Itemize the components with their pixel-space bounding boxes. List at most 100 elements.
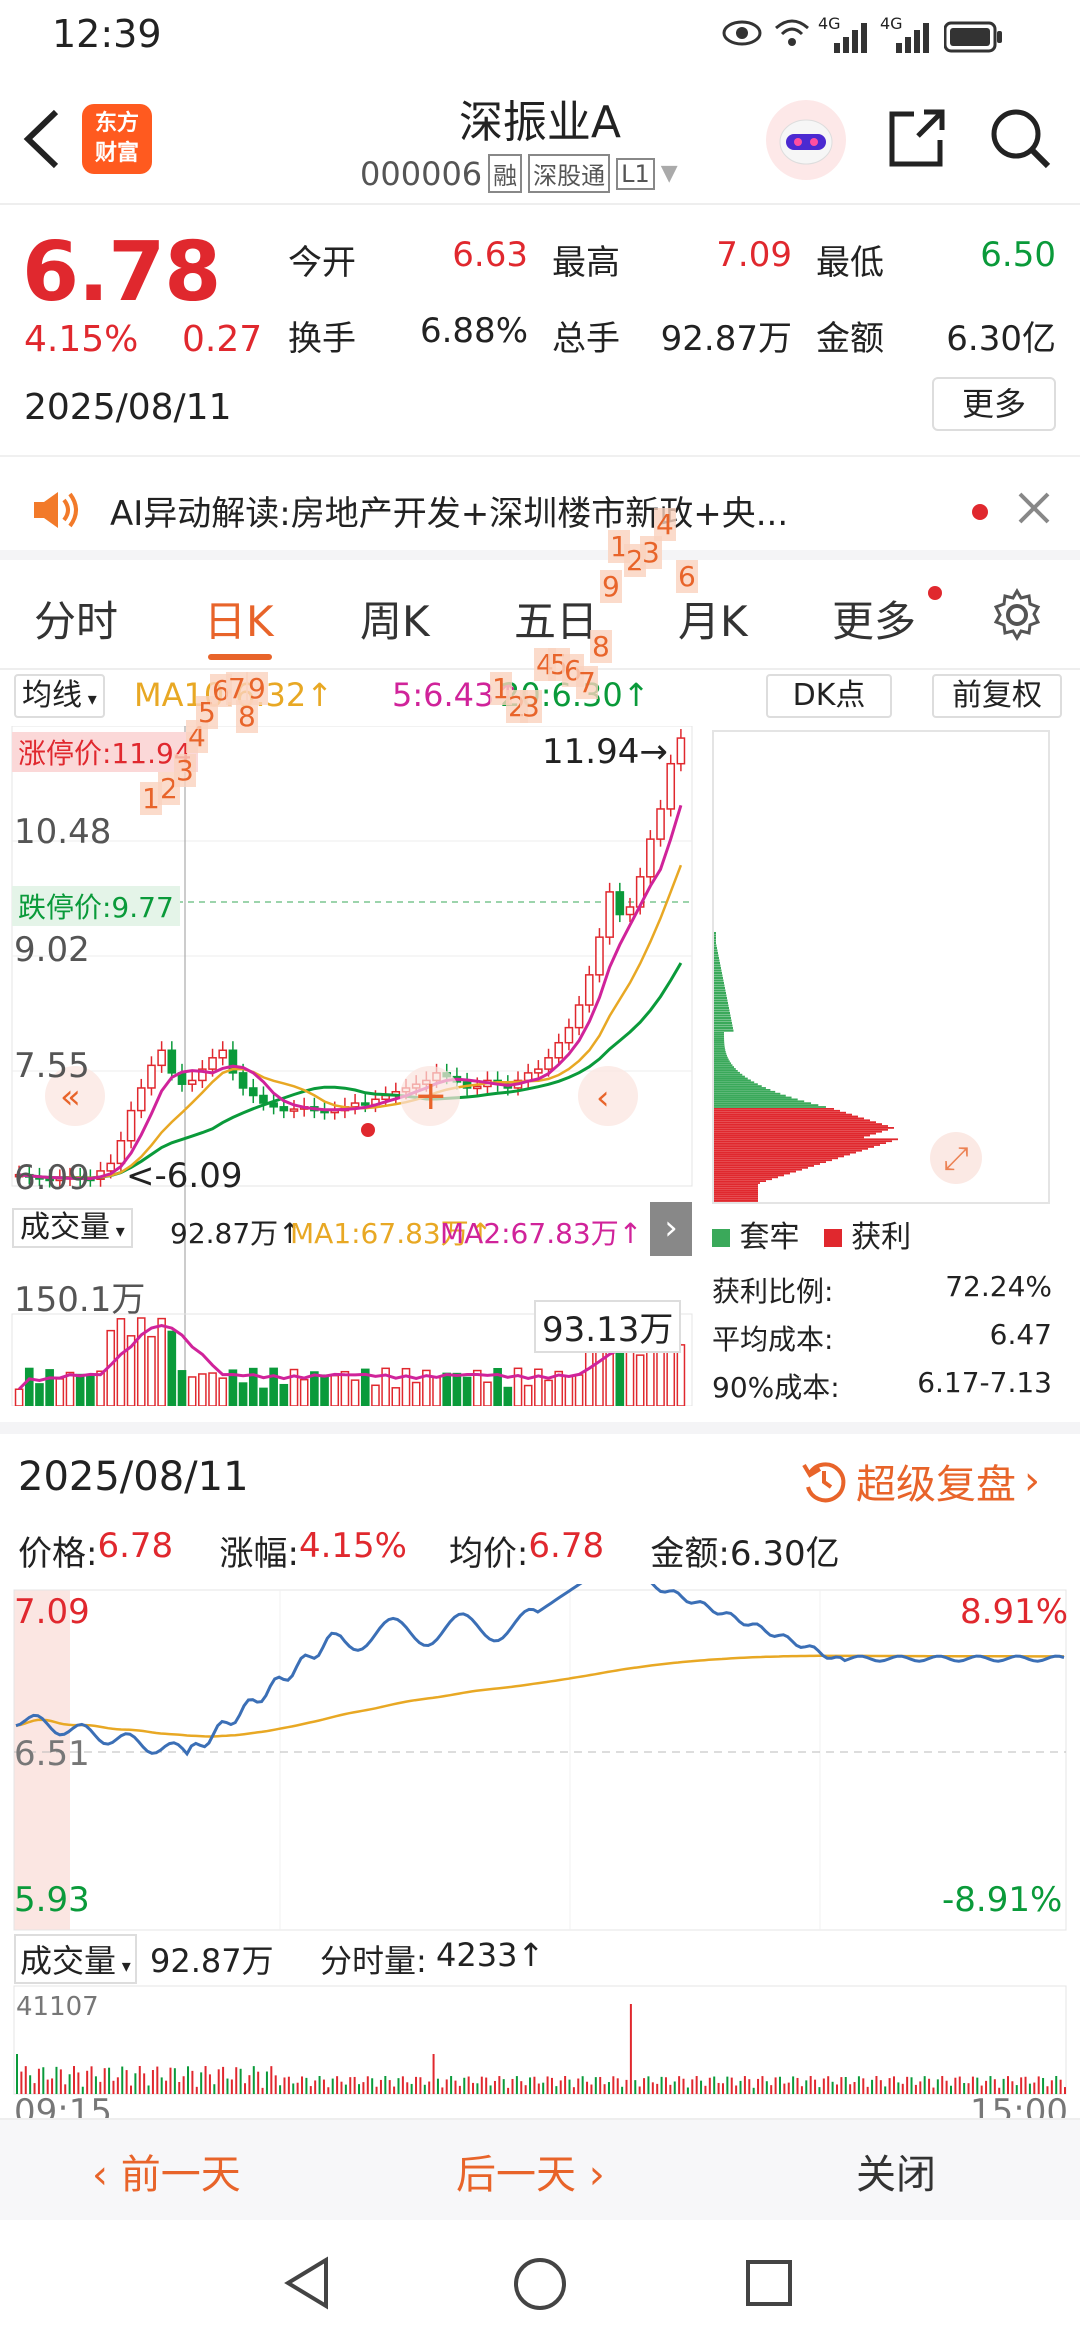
chip-bar — [714, 1009, 730, 1012]
tab-monthly-k[interactable]: 月K — [678, 588, 748, 649]
minute-volume-bar — [524, 2085, 527, 2094]
tab-weekly-k[interactable]: 周K — [360, 588, 430, 649]
dk-point-button[interactable]: DK点 — [766, 674, 892, 718]
intraday-chart[interactable] — [0, 1584, 1080, 2124]
minute-volume-bar — [314, 2080, 317, 2094]
volume-bar — [55, 1378, 65, 1406]
volume-bar — [218, 1377, 228, 1406]
chip-distribution[interactable]: ⤢ — [712, 730, 1050, 1204]
volume-bar — [136, 1317, 146, 1406]
minute-volume-bar — [213, 2084, 216, 2094]
minute-volume-bar — [572, 2087, 575, 2094]
ma-selector[interactable]: 均线 ▾ — [14, 674, 105, 718]
minute-volume-bar — [651, 2082, 654, 2094]
minute-volume-bar — [835, 2084, 838, 2094]
chip-bar — [714, 1077, 748, 1080]
chip-bar — [714, 1056, 728, 1059]
minute-volume-bar — [485, 2077, 488, 2094]
chip-bar — [714, 1007, 729, 1010]
volume-bar — [269, 1367, 278, 1406]
intraday-vol-selector[interactable]: 成交量 ▾ — [14, 1934, 137, 1984]
chip-bar — [714, 1102, 812, 1105]
more-button[interactable]: 更多 — [932, 377, 1056, 431]
super-replay-button[interactable]: 超级复盘 › — [800, 1452, 1040, 1510]
volume-label: 总手 — [552, 319, 620, 359]
signal-icon — [834, 18, 870, 62]
ai-assistant-icon[interactable] — [766, 100, 846, 180]
minute-volume-bar — [818, 2087, 821, 2094]
minute-volume-bar — [318, 2076, 321, 2094]
minute-volume-bar — [612, 2076, 615, 2094]
candle-body — [584, 974, 594, 1006]
chip-bar — [714, 1184, 758, 1186]
settings-icon[interactable] — [990, 587, 1044, 646]
minute-volume-bar — [897, 2082, 900, 2094]
replay-icon — [802, 1462, 846, 1503]
share-icon[interactable] — [884, 106, 948, 174]
nav-back-icon[interactable] — [282, 2256, 332, 2314]
chip-bar — [714, 1054, 727, 1057]
high-value: 7.09 — [716, 235, 792, 275]
volume-selector[interactable]: 成交量 ▾ — [12, 1208, 133, 1248]
chip-bar — [714, 1106, 826, 1108]
minute-volume-bar — [730, 2077, 733, 2094]
minute-volume-bar — [669, 2084, 672, 2094]
chip-bar — [714, 944, 717, 947]
chip-bar — [714, 1155, 844, 1158]
minute-volume-bar — [244, 2083, 247, 2094]
vol-ymax: 150.1万 — [14, 1280, 146, 1320]
minute-volume-bar — [792, 2076, 795, 2094]
search-icon[interactable] — [988, 106, 1052, 174]
minute-volume-bar — [309, 2086, 312, 2094]
adjust-button[interactable]: 前复权 — [932, 674, 1062, 718]
close-icon[interactable] — [1016, 490, 1052, 530]
intraday-y-bot: 5.93 — [14, 1880, 90, 1920]
chip-bar — [714, 1195, 758, 1198]
nav-home-icon[interactable] — [512, 2256, 568, 2316]
high-marker: 11.94→ — [542, 732, 668, 772]
minute-volume-bar — [248, 2075, 251, 2094]
minute-volume-bar — [42, 2067, 45, 2094]
volume-bar — [320, 1374, 329, 1406]
minute-volume-bar — [20, 2071, 23, 2094]
close-button[interactable]: 关闭 — [856, 2142, 936, 2200]
ai-banner[interactable]: AI异动解读:房地产开发+深圳楼市新政+央... — [0, 460, 1080, 560]
chip-bar — [714, 1187, 758, 1190]
expand-icon[interactable]: ⤢ — [930, 1132, 982, 1184]
minute-volume-bar — [108, 2067, 111, 2094]
volume-bar — [371, 1384, 380, 1406]
volume-bar — [676, 1344, 686, 1406]
chip-bar — [714, 1127, 894, 1129]
minute-volume-bar — [235, 2067, 238, 2094]
chevron-down-icon[interactable]: ▼ — [661, 161, 678, 186]
minute-volume-bar — [173, 2068, 176, 2094]
nav-recents-icon[interactable] — [744, 2258, 794, 2312]
svg-text:+: + — [414, 1073, 448, 1119]
tab-five-day[interactable]: 五日 — [514, 588, 598, 649]
status-bar: 12:39 4G 4G — [0, 0, 1080, 70]
tag-rong: 融 — [488, 154, 523, 193]
expand-arrow-button[interactable]: › — [650, 1202, 692, 1256]
chip-bar — [714, 964, 721, 967]
prev-day-button[interactable]: ‹ 前一天 — [92, 2142, 241, 2200]
minute-volume-bar — [757, 2078, 760, 2094]
tab-daily-k[interactable]: 日K — [204, 588, 274, 649]
volume-bar — [503, 1386, 513, 1406]
minute-volume-bar — [586, 2081, 589, 2094]
minute-volume-bar — [121, 2066, 124, 2094]
volume-bar — [238, 1382, 248, 1406]
eye-icon — [722, 14, 762, 46]
unread-dot — [972, 504, 988, 520]
low-marker: <-6.09 — [126, 1156, 243, 1196]
minute-volume-bar — [327, 2087, 330, 2094]
next-day-button[interactable]: 后一天 › — [456, 2142, 605, 2200]
minute-volume-bar — [515, 2076, 518, 2094]
tab-more[interactable]: 更多 — [832, 588, 916, 649]
intraday-stats: 价格: 6.78 涨幅: 4.15% 均价: 6.78 金额: 6.30亿 — [18, 1526, 840, 1574]
more-badge — [928, 586, 942, 600]
chip-bar — [714, 1096, 792, 1099]
back-icon[interactable] — [20, 108, 64, 174]
tab-intraday[interactable]: 分时 — [34, 588, 118, 649]
last-price: 6.78 — [22, 225, 221, 320]
minute-volume-bar — [252, 2066, 255, 2094]
